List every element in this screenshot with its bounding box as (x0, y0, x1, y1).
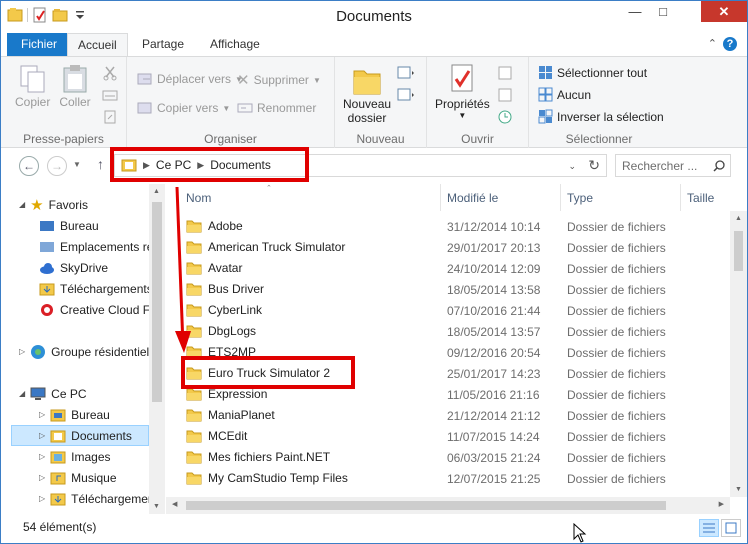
details-view-button[interactable] (699, 519, 719, 537)
details-view-icon (703, 523, 715, 533)
explorer-window: Documents — □ ✕ Fichier Accueil Partage … (0, 0, 748, 544)
annotation-arrow (175, 186, 191, 353)
status-bar: 54 élément(s) (1, 514, 747, 543)
large-icons-view-icon (725, 522, 737, 534)
mouse-cursor-icon (573, 523, 587, 543)
item-count: 54 élément(s) (23, 520, 97, 534)
large-icons-view-button[interactable] (721, 519, 741, 537)
